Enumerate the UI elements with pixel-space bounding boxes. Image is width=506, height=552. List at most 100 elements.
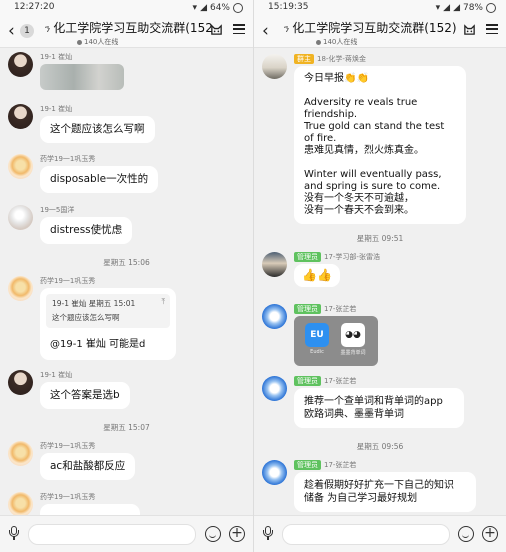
battery-icon [233,3,243,13]
time-divider: 星期五 09:51 [356,234,404,243]
sender-name: 管理员 17-学习部-张雷浩 [294,252,380,262]
jump-to-icon[interactable]: ⤒ [161,297,165,307]
message-list[interactable]: 群主 18-化学-蒋焕金 今日早报👏👏 Adversity re veals t… [254,48,506,515]
emoji-message[interactable]: 👍👍 [294,264,340,287]
wifi-icon: ▾ [192,3,198,13]
message-item: 药学19一1巩玉秀 19-1 崔灿 星期五 15:01 这个题应该怎么写啊 ⤒ … [8,276,245,366]
message-item: 19一5国洋 distress使忧虑 [8,205,245,249]
chat-panel-left: 12:27:20 ▾ ◢ 64% ‹ 1 ን 化工学院学习互助交流群(152) 1… [0,0,253,552]
online-count: 140人在线 [316,37,466,47]
message-item: 管理员 17-学习部-张雷浩 👍👍 [262,252,498,296]
sender-name: 管理员 17-张芷若 [294,304,356,314]
avatar[interactable] [8,492,33,515]
avatar[interactable] [8,370,33,395]
time-divider: 星期五 15:07 [103,423,150,432]
chat-header: ‹ 1 ን 化工学院学习互助交流群(152) 140人在线 [0,16,253,48]
sender-name: 管理员 17-张芷若 [294,460,356,470]
group-title[interactable]: ን 化工学院学习互助交流群(152) [45,19,213,36]
back-icon[interactable]: ‹ [8,21,15,41]
menu-icon[interactable] [233,23,245,35]
image-message[interactable] [40,64,124,90]
message-bubble[interactable]: 这个题应该怎么写啊 [40,116,155,143]
group-title-wrap[interactable]: ን 化工学院学习互助交流群(152) 140人在线 [284,19,466,47]
group-signature-icon: ን [284,24,290,35]
wifi-icon: ▾ [435,3,441,13]
avatar[interactable] [8,441,33,466]
avatar[interactable] [262,460,287,485]
avatar[interactable] [8,104,33,129]
microphone-icon[interactable] [262,526,274,542]
avatar[interactable] [262,304,287,329]
message-input[interactable] [28,524,196,545]
admin-badge: 管理员 [294,304,321,314]
sender-name: 19-1 崔灿 [40,105,73,113]
microphone-icon[interactable] [8,526,20,542]
avatar[interactable] [8,154,33,179]
time-divider: 星期五 09:56 [356,442,404,451]
message-bubble[interactable]: 这个答案是选b [40,382,130,409]
message-list[interactable]: 19-1 崔灿 19-1 崔灿 这个题应该怎么写啊 药学19一1巩玉秀 disp… [0,48,253,515]
admin-badge: 管理员 [294,252,321,262]
reply-text: @19-1 崔灿 可能是d [50,339,146,350]
app-share-image[interactable]: EU Eudic ◕◕ 墨墨背单词 [294,316,378,366]
menu-icon[interactable] [486,23,498,35]
cat-face-icon[interactable] [210,23,223,36]
sender-name: 群主 18-化学-蒋焕金 [294,54,366,64]
online-count: 140人在线 [77,37,213,47]
message-bubble[interactable]: 推荐一个查单词和背单词的app 欧路词典、墨墨背单词 [294,388,464,428]
eudic-app[interactable]: EU Eudic [304,323,330,359]
signal-icon-2: ◢ [453,3,460,13]
eudic-app-icon: EU [305,323,329,347]
message-bubble[interactable]: disposable一次性的 [40,166,159,193]
message-bubble[interactable]: distress使忧虑 [40,217,133,244]
group-title-wrap[interactable]: ን 化工学院学习互助交流群(152) 140人在线 [45,19,213,47]
sender-name: 19-1 崔灿 [40,371,73,379]
online-dot-icon [316,39,321,45]
admin-badge: 管理员 [294,460,321,470]
chat-header: ‹ ን 化工学院学习互助交流群(152) 140人在线 [254,16,506,48]
battery-icon [486,3,496,13]
sender-name: 19-1 崔灿 [40,53,73,61]
signal-icon: ◢ [443,3,451,13]
header-actions [210,23,245,36]
admin-badge: 管理员 [294,376,321,386]
message-item: 管理员 17-张芷若 EU Eudic ◕◕ 墨墨背单词 [262,304,498,374]
plus-icon[interactable]: + [482,526,498,542]
message-item: 19-1 崔灿 [8,52,245,98]
message-item: 19-1 崔灿 这个题应该怎么写啊 [8,104,245,148]
app-name: 墨墨背单词 [340,350,366,356]
message-bubble[interactable]: 趁着假期好好扩充一下自己的知识 储备 为自己学习最好规划 [294,472,476,512]
message-bubble[interactable]: 今日早报👏👏 Adversity re veals true friendshi… [294,66,466,224]
status-time: 12:27:20 [14,2,55,12]
plus-icon[interactable]: + [229,526,245,542]
app-name: Eudic [310,349,324,355]
quote-header: 19-1 崔灿 星期五 15:01 [52,299,136,308]
avatar[interactable] [8,276,33,301]
emoji-icon[interactable] [205,526,221,542]
message-input[interactable] [282,524,450,545]
emoji-icon[interactable] [458,526,474,542]
group-title[interactable]: ን 化工学院学习互助交流群(152) [284,19,466,36]
message-item: 药学19一1巩玉秀 [8,492,245,515]
momo-app[interactable]: ◕◕ 墨墨背单词 [340,323,366,359]
reply-bubble[interactable]: 19-1 崔灿 星期五 15:01 这个题应该怎么写啊 ⤒ @19-1 崔灿 可… [40,288,176,360]
message-bubble[interactable] [40,504,140,515]
quoted-message[interactable]: 19-1 崔灿 星期五 15:01 这个题应该怎么写啊 ⤒ [46,294,170,328]
avatar[interactable] [8,205,33,230]
back-icon[interactable]: ‹ [262,21,269,41]
message-item: 药学19一1巩玉秀 disposable一次性的 [8,154,245,198]
message-item: 管理员 17-张芷若 趁着假期好好扩充一下自己的知识 储备 为自己学习最好规划 [262,460,498,515]
avatar[interactable] [262,252,287,277]
sender-name: 药学19一1巩玉秀 [40,442,96,450]
signal-icon: ◢ [200,3,207,13]
avatar[interactable] [262,54,287,79]
time-divider: 星期五 15:06 [103,258,150,267]
avatar[interactable] [262,376,287,401]
cat-face-icon[interactable] [463,23,476,36]
status-icons: ▾ ◢ 64% [193,2,243,14]
unread-badge[interactable]: 1 [20,24,34,38]
avatar[interactable] [8,52,33,77]
message-item: 药学19一1巩玉秀 ac和盐酸都反应 [8,441,245,485]
status-time: 15:19:35 [268,2,309,12]
message-bubble[interactable]: ac和盐酸都反应 [40,453,136,480]
